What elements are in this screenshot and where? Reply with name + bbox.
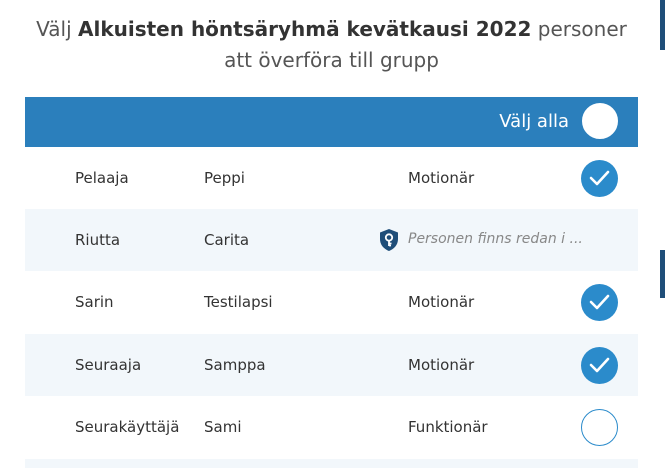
first-name: Sami xyxy=(204,418,242,436)
table-row: Seurakäyttäjä Sami Funktionär xyxy=(25,396,638,458)
row-checkbox[interactable] xyxy=(581,347,618,384)
background-edge xyxy=(660,0,665,50)
checkmark-icon xyxy=(589,357,610,373)
shield-key-icon xyxy=(378,228,400,252)
row-checkbox[interactable] xyxy=(581,284,618,321)
row-checkbox[interactable] xyxy=(581,160,618,197)
role: Motionär xyxy=(408,293,475,311)
table-row: Sarin Testilapsi Motionär xyxy=(25,271,638,333)
checkmark-icon xyxy=(589,294,610,310)
list-header: Välj alla xyxy=(25,97,638,147)
table-row: Pelaaja Peppi Motionär xyxy=(25,147,638,209)
role: Motionär xyxy=(408,356,475,374)
last-name: Riutta xyxy=(75,231,121,249)
role: Motionär xyxy=(408,169,475,187)
table-row: Riutta Carita Personen finns redan i ... xyxy=(25,209,638,271)
dialog-title: Välj Alkuisten höntsäryhmä kevätkausi 20… xyxy=(36,17,627,72)
select-all-checkbox[interactable] xyxy=(582,103,618,139)
select-all-label: Välj alla xyxy=(499,111,569,132)
first-name: Peppi xyxy=(204,169,245,187)
table-row xyxy=(25,459,638,468)
first-name: Carita xyxy=(204,231,250,249)
last-name: Pelaaja xyxy=(75,169,129,187)
last-name: Seuraaja xyxy=(75,356,142,374)
checkmark-icon xyxy=(589,170,610,186)
first-name: Testilapsi xyxy=(204,293,273,311)
last-name: Seurakäyttäjä xyxy=(75,418,180,436)
table-row: Seuraaja Samppa Motionär xyxy=(25,334,638,396)
last-name: Sarin xyxy=(75,293,114,311)
group-name: Alkuisten höntsäryhmä kevätkausi 2022 xyxy=(77,17,532,41)
role: Funktionär xyxy=(408,418,488,436)
already-member-notice: Personen finns redan i ... xyxy=(408,231,583,247)
row-checkbox[interactable] xyxy=(581,409,618,446)
first-name: Samppa xyxy=(204,356,266,374)
background-edge xyxy=(660,250,665,298)
